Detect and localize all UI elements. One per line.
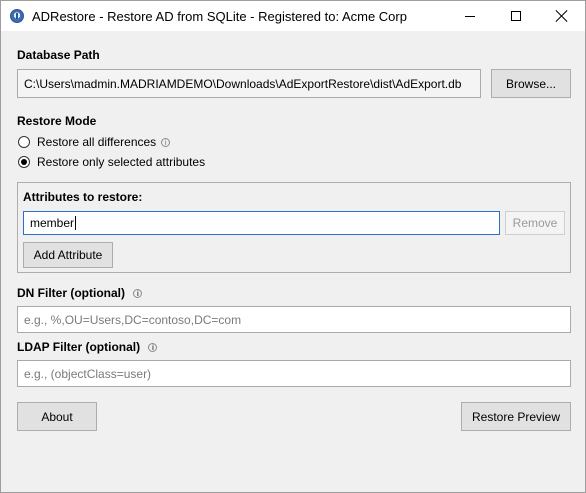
- info-icon: i: [133, 289, 143, 299]
- restore-all-option[interactable]: Restore all differences i: [18, 135, 171, 149]
- info-icon: i: [161, 137, 171, 147]
- restore-selected-radio[interactable]: [18, 156, 30, 168]
- text-caret: [75, 216, 77, 230]
- window-title: ADRestore - Restore AD from SQLite - Reg…: [32, 9, 407, 24]
- database-path-label: Database Path: [17, 48, 100, 62]
- title-bar[interactable]: ADRestore - Restore AD from SQLite - Reg…: [1, 1, 585, 31]
- attributes-group: Attributes to restore: member Remove Add…: [17, 182, 571, 273]
- ldap-filter-label-text: LDAP Filter (optional): [17, 340, 141, 354]
- app-window: ADRestore - Restore AD from SQLite - Reg…: [0, 0, 586, 493]
- remove-button[interactable]: Remove: [505, 211, 565, 235]
- restore-selected-label: Restore only selected attributes: [37, 155, 206, 169]
- attribute-input-value: member: [30, 216, 75, 230]
- app-icon: [10, 9, 24, 23]
- attribute-input[interactable]: member: [23, 211, 500, 235]
- dn-filter-input[interactable]: e.g., %,OU=Users,DC=contoso,DC=com: [17, 306, 571, 333]
- restore-all-label: Restore all differences: [37, 135, 157, 149]
- ldap-filter-label: LDAP Filter (optional) i: [17, 340, 158, 354]
- restore-preview-button[interactable]: Restore Preview: [461, 402, 571, 431]
- add-attribute-button[interactable]: Add Attribute: [23, 242, 113, 268]
- info-icon: i: [148, 343, 158, 353]
- maximize-button[interactable]: [493, 1, 539, 31]
- restore-selected-option[interactable]: Restore only selected attributes: [18, 155, 205, 169]
- close-button[interactable]: [539, 1, 585, 31]
- ldap-filter-input[interactable]: e.g., (objectClass=user): [17, 360, 571, 387]
- restore-all-radio[interactable]: [18, 136, 30, 148]
- restore-mode-label: Restore Mode: [17, 114, 97, 128]
- close-icon: [556, 10, 568, 22]
- dn-filter-placeholder: e.g., %,OU=Users,DC=contoso,DC=com: [24, 312, 242, 327]
- about-button[interactable]: About: [17, 402, 97, 431]
- dn-filter-label-text: DN Filter (optional): [17, 286, 125, 300]
- ldap-filter-placeholder: e.g., (objectClass=user): [24, 366, 152, 381]
- minimize-icon: [465, 15, 475, 17]
- browse-button[interactable]: Browse...: [491, 69, 571, 98]
- database-path-field[interactable]: C:\Users\madmin.MADRIAMDEMO\Downloads\Ad…: [17, 69, 481, 98]
- minimize-button[interactable]: [447, 1, 493, 31]
- maximize-icon: [511, 11, 521, 21]
- dn-filter-label: DN Filter (optional) i: [17, 286, 143, 300]
- database-path-value: C:\Users\madmin.MADRIAMDEMO\Downloads\Ad…: [24, 76, 462, 91]
- attributes-label: Attributes to restore:: [23, 190, 143, 204]
